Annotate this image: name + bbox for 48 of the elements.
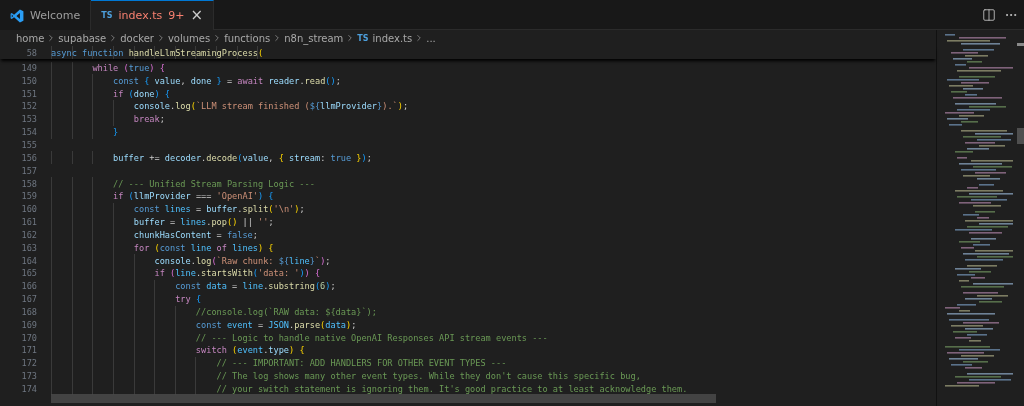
editor-tab[interactable]: TS index.ts 9+ × xyxy=(91,0,214,30)
line-number: 166 xyxy=(20,281,37,292)
horizontal-scrollbar[interactable] xyxy=(51,394,716,403)
editor-tab[interactable]: Welcome xyxy=(0,0,92,30)
split-editor-icon[interactable] xyxy=(982,7,996,22)
line-number: 164 xyxy=(20,255,37,266)
line-number: 150 xyxy=(20,75,37,86)
file-type-icon: TS xyxy=(357,33,369,43)
breadcrumb-label: index.ts xyxy=(372,32,413,44)
line-number: 165 xyxy=(20,268,37,279)
tab-label: index.ts xyxy=(118,9,163,22)
file-type-icon: TS xyxy=(101,11,113,20)
scrollbar-thumb[interactable] xyxy=(1017,128,1024,144)
line-number: 156 xyxy=(20,152,37,163)
line-number: 167 xyxy=(20,294,37,305)
logo-icon xyxy=(10,8,24,23)
breadcrumb-item[interactable]: n8n_stream xyxy=(284,32,344,44)
line-number: 172 xyxy=(20,358,37,369)
breadcrumb-item[interactable]: docker xyxy=(120,32,154,44)
line-number: 159 xyxy=(20,191,37,202)
line-number: 154 xyxy=(20,127,37,138)
line-number: 162 xyxy=(20,229,37,240)
close-button[interactable]: × xyxy=(190,8,203,23)
line-number: 152 xyxy=(20,101,37,112)
line-number: 169 xyxy=(20,319,37,330)
line-number: 151 xyxy=(20,88,37,99)
breadcrumb-item[interactable]: supabase xyxy=(58,32,107,44)
breadcrumb-item[interactable]: functions xyxy=(224,32,271,44)
line-number: 161 xyxy=(20,217,37,228)
tab-label: Welcome xyxy=(30,9,81,22)
scroll-marker xyxy=(1017,43,1024,46)
problem-count: 9+ xyxy=(168,9,185,22)
line-number: 58 xyxy=(25,47,37,58)
line-number: 153 xyxy=(20,114,37,125)
line-number: 158 xyxy=(20,178,37,189)
line-number: 173 xyxy=(20,371,37,382)
breadcrumb-item[interactable]: ... xyxy=(426,32,436,44)
line-number: 157 xyxy=(20,165,37,176)
line-number: 160 xyxy=(20,204,37,215)
breadcrumb-item[interactable]: volumes xyxy=(167,32,211,44)
line-number: 170 xyxy=(20,332,37,343)
line-number: 163 xyxy=(20,242,37,253)
line-number: 174 xyxy=(20,384,37,394)
line-number: 171 xyxy=(20,345,37,356)
breadcrumb-item[interactable]: home xyxy=(16,32,45,44)
line-number: 168 xyxy=(20,306,37,317)
line-number: 149 xyxy=(20,62,37,73)
line-number: 155 xyxy=(20,140,37,150)
